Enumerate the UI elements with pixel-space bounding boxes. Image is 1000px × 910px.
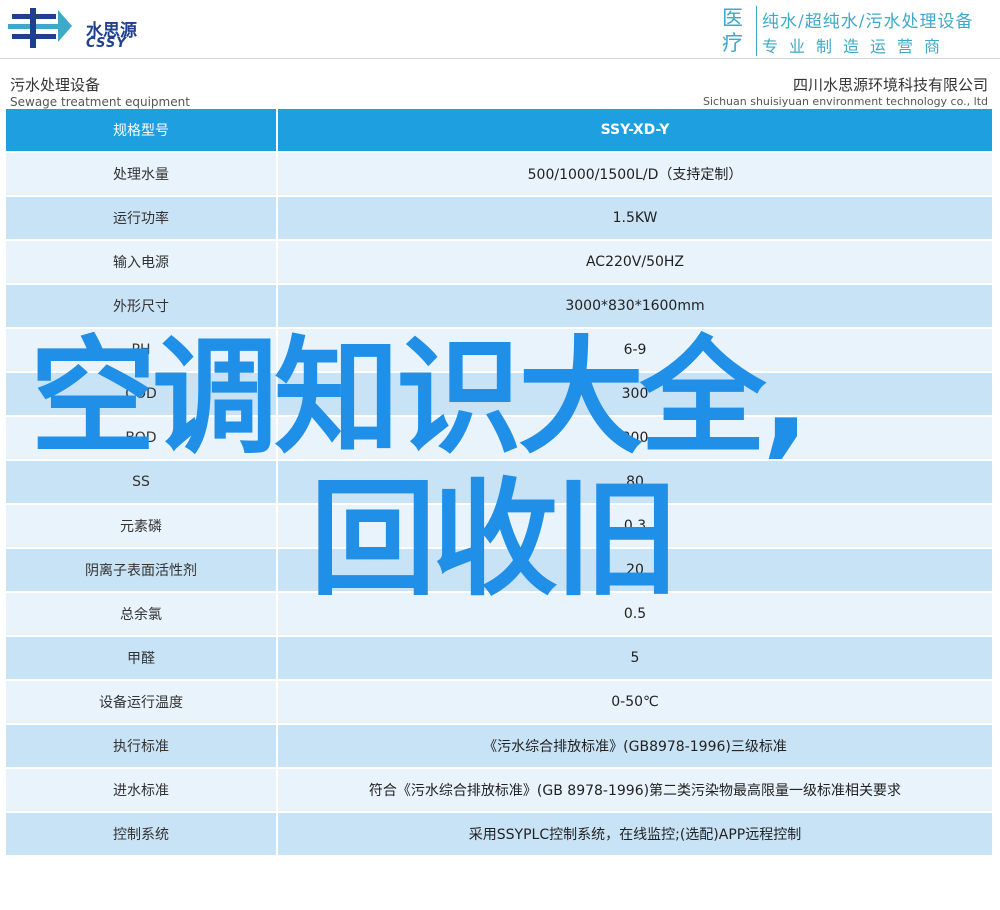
spec-label: 处理水量 [6,153,278,195]
spec-label: 外形尺寸 [6,285,278,327]
table-row: COD 300 [6,373,992,417]
header-divider [0,58,1000,59]
tagline-mark: 医疗 [722,6,757,56]
spec-value: 6-9 [623,342,647,358]
company-name-en: Sichuan shuisiyuan environment technolog… [702,95,988,108]
table-row: 外形尺寸 3000*830*1600mm [6,285,992,329]
spec-value: 1.5KW [612,210,658,226]
table-row: SS 80 [6,461,992,505]
spec-label: 输入电源 [6,241,278,283]
spec-label: 甲醛 [6,637,278,679]
spec-value: AC220V/50HZ [585,254,685,270]
spec-value: 5 [630,650,640,666]
tagline-products: 纯水/超纯水/污水处理设备 [762,12,974,32]
page-header: 水思源 CSSY 医疗 纯水/超纯水/污水处理设备 专业制造运营商 [0,0,1000,58]
spec-value: 300 [621,430,649,446]
table-header-row: 规格型号 SSY-XD-Y [6,109,992,153]
water-drop-logo-icon [8,8,72,48]
table-row: 总余氯 0.5 [6,593,992,637]
table-row: 运行功率 1.5KW [6,197,992,241]
table-row: 进水标准 符合《污水综合排放标准》(GB 8978-1996)第二类污染物最高限… [6,769,992,813]
table-row: 甲醛 5 [6,637,992,681]
spec-value: 采用SSYPLC控制系统，在线监控;(选配)APP远程控制 [468,827,802,843]
spec-label: COD [6,373,278,415]
category-title: 污水处理设备 [10,76,101,94]
spec-value: SSY-XD-Y [600,122,670,138]
table-row: 阴离子表面活性剂 20 [6,549,992,593]
table-row: 元素磷 0.3 [6,505,992,549]
spec-label: BOD [6,417,278,459]
logo-en-text: CSSY [86,36,127,51]
table-row: 控制系统 采用SSYPLC控制系统，在线监控;(选配)APP远程控制 [6,813,992,857]
spec-label: 总余氯 [6,593,278,635]
spec-label: 阴离子表面活性剂 [6,549,278,591]
spec-value: 20 [626,562,644,578]
table-row: 执行标准 《污水综合排放标准》(GB8978-1996)三级标准 [6,725,992,769]
table-row: 处理水量 500/1000/1500L/D（支持定制） [6,153,992,197]
spec-label: 元素磷 [6,505,278,547]
spec-value: 500/1000/1500L/D（支持定制） [527,167,743,183]
spec-label: 运行功率 [6,197,278,239]
spec-value: 300 [621,386,649,402]
tagline-slogan: 专业制造运营商 [762,37,952,56]
spec-label: 设备运行温度 [6,681,278,723]
spec-value: 符合《污水综合排放标准》(GB 8978-1996)第二类污染物最高限量一级标准… [368,783,902,799]
spec-label: 控制系统 [6,813,278,855]
table-row: BOD 300 [6,417,992,461]
table-row: PH 6-9 [6,329,992,373]
spec-label: 规格型号 [6,109,278,151]
category-subtitle: Sewage treatment equipment [10,95,190,109]
table-row: 输入电源 AC220V/50HZ [6,241,992,285]
company-logo[interactable]: 水思源 CSSY [8,6,148,52]
spec-value: 0-50℃ [611,694,659,710]
spec-value: 0.5 [623,606,647,622]
spec-label: SS [6,461,278,503]
spec-value: 80 [626,474,644,490]
spec-value: 《污水综合排放标准》(GB8978-1996)三级标准 [483,739,787,755]
spec-label: 进水标准 [6,769,278,811]
spec-value: 3000*830*1600mm [565,298,705,314]
spec-label: 执行标准 [6,725,278,767]
table-row: 设备运行温度 0-50℃ [6,681,992,725]
spec-label: PH [6,329,278,371]
company-name: 四川水思源环境科技有限公司 [792,76,988,94]
spec-value: 0.3 [623,518,647,534]
spec-table: 规格型号 SSY-XD-Y 处理水量 500/1000/1500L/D（支持定制… [6,109,992,857]
